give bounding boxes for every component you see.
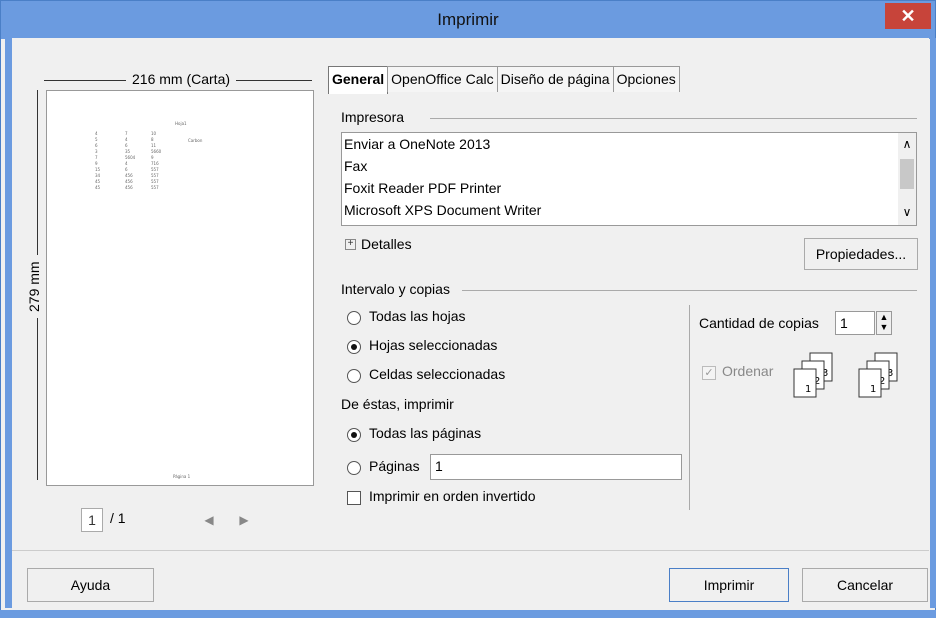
preview-cell: 456 [125, 185, 133, 190]
title-bar[interactable]: Imprimir ✕ [1, 1, 935, 39]
copies-separator [689, 305, 690, 510]
selected-cells-label[interactable]: Celdas seleccionadas [369, 366, 505, 382]
tab-strip: General OpenOffice Calc Diseño de página… [328, 66, 680, 94]
preview-cell: 45 [95, 185, 101, 190]
selected-sheets-radio[interactable] [347, 340, 361, 354]
all-sheets-label[interactable]: Todas las hojas [369, 308, 466, 324]
collated-pages-icon: 3 2 1 [793, 352, 833, 398]
collate-label[interactable]: Ordenar [722, 363, 773, 379]
window-frame-right [930, 38, 936, 608]
tab-options[interactable]: Opciones [612, 66, 680, 92]
tab-openoffice-calc[interactable]: OpenOffice Calc [387, 66, 498, 92]
range-section-line [462, 290, 917, 291]
copies-spinner-icon[interactable]: ▲ ▼ [876, 311, 892, 335]
all-pages-radio[interactable] [347, 428, 361, 442]
collated-pages-icon-2: 3 2 1 [858, 352, 898, 398]
from-these-label: De éstas, imprimir [341, 396, 454, 412]
pages-label[interactable]: Páginas [369, 458, 420, 474]
preview-column-2: 7 4 6 35 5604 4 6 456 456 456 [125, 131, 135, 191]
all-pages-label[interactable]: Todas las páginas [369, 425, 481, 441]
page-total: / 1 [110, 510, 126, 526]
dialog-title: Imprimir [437, 10, 499, 29]
scroll-up-icon[interactable]: ∧ [898, 137, 916, 151]
range-section-label: Intervalo y copias [341, 281, 454, 297]
list-item[interactable]: Foxit Reader PDF Printer [342, 177, 916, 199]
properties-button[interactable]: Propiedades... [804, 238, 918, 270]
printer-list[interactable]: Enviar a OneNote 2013 Fax Foxit Reader P… [341, 132, 917, 226]
scroll-thumb[interactable] [900, 159, 914, 189]
collate-checkbox[interactable]: ✓ [702, 366, 716, 380]
selected-sheets-label[interactable]: Hojas seleccionadas [369, 337, 497, 353]
details-label[interactable]: Detalles [361, 236, 412, 252]
list-item[interactable]: Enviar a OneNote 2013 [342, 133, 916, 155]
preview-label: Carbon [188, 138, 203, 143]
reverse-order-label[interactable]: Imprimir en orden invertido [369, 488, 536, 504]
copies-label: Cantidad de copias [699, 315, 819, 331]
previous-page-icon[interactable]: ◀ [198, 508, 220, 532]
close-icon[interactable]: ✕ [885, 3, 931, 29]
copies-input[interactable]: 1 [835, 311, 875, 335]
all-sheets-radio[interactable] [347, 311, 361, 325]
list-item[interactable]: Fax [342, 155, 916, 177]
reverse-order-checkbox[interactable] [347, 491, 361, 505]
bottom-separator [12, 550, 929, 551]
cancel-button[interactable]: Cancelar [802, 568, 928, 602]
height-dimension-label: 279 mm [26, 255, 42, 318]
preview-column-3: 10 8 11 5660 9 716 557 557 557 557 [151, 131, 161, 191]
expand-icon[interactable]: + [345, 239, 356, 250]
pages-input[interactable]: 1 [430, 454, 682, 480]
preview-column-1: 4 5 6 3 7 9 15 34 45 45 [95, 131, 100, 191]
help-button[interactable]: Ayuda [27, 568, 154, 602]
svg-text:1: 1 [805, 384, 811, 395]
svg-text:1: 1 [870, 384, 876, 395]
printer-section-line [430, 118, 917, 119]
pages-radio[interactable] [347, 461, 361, 475]
list-item[interactable]: Microsoft XPS Document Writer [342, 199, 916, 221]
print-button[interactable]: Imprimir [669, 568, 789, 602]
next-page-icon[interactable]: ▶ [233, 508, 255, 532]
window-frame-bottom [0, 610, 936, 618]
printer-list-scrollbar[interactable]: ∧ ∨ [898, 133, 916, 225]
tab-general[interactable]: General [328, 66, 389, 94]
width-dimension-label: 216 mm (Carta) [126, 71, 237, 87]
preview-header: Hoja1 [175, 121, 187, 126]
printer-section-label: Impresora [341, 109, 409, 125]
preview-cell: 557 [151, 185, 159, 190]
page-preview: Hoja1 Carbon 4 5 6 3 7 9 15 34 45 45 7 4 6 35 5604 4 6 4… [46, 90, 314, 486]
page-number-input[interactable]: 1 [81, 508, 103, 532]
tab-page-layout[interactable]: Diseño de página [496, 66, 614, 92]
selected-cells-radio[interactable] [347, 369, 361, 383]
preview-footer: Página 1 [173, 474, 191, 479]
scroll-down-icon[interactable]: ∨ [898, 205, 916, 219]
